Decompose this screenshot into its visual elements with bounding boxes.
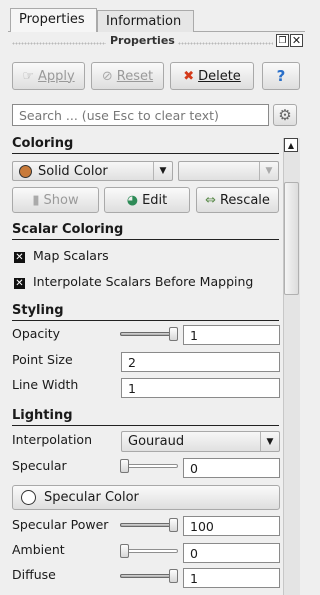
ambient-slider[interactable] [120, 544, 178, 558]
ambient-value: 0 [190, 545, 198, 561]
chevron-down-icon: ▼ [260, 432, 279, 451]
point-size-label: Point Size [12, 352, 73, 367]
interpolation-label: Interpolation [12, 432, 92, 447]
coloring-mode-combo[interactable]: Solid Color ▼ [12, 161, 173, 181]
close-icon[interactable]: ✕ [290, 34, 303, 47]
apply-icon: ☞ [22, 68, 34, 84]
apply-label: Apply [37, 68, 75, 84]
point-size-value: 2 [128, 354, 136, 370]
tab-information[interactable]: Information [97, 10, 194, 32]
opacity-slider[interactable] [120, 327, 178, 341]
specular-color-button[interactable]: Specular Color [12, 485, 280, 510]
show-color-legend-button[interactable]: ▮ Show [12, 187, 99, 213]
edit-color-icon: ◕ [126, 192, 139, 208]
slider-fill [120, 523, 174, 527]
help-icon: ? [276, 67, 286, 85]
delete-label: Delete [198, 68, 241, 84]
reset-icon: ⊘ [101, 68, 113, 84]
slider-fill [120, 332, 174, 336]
section-scalar-coloring: Scalar Coloring [12, 222, 279, 240]
rescale-button[interactable]: ⇔ Rescale [196, 187, 279, 213]
coloring-component-combo[interactable]: ▼ [178, 161, 279, 181]
ambient-label: Ambient [12, 542, 65, 557]
chevron-down-icon: ▼ [153, 162, 172, 180]
search-input[interactable]: Search ... (use Esc to clear text) [12, 104, 269, 126]
specular-label: Specular [12, 458, 67, 473]
line-width-input[interactable]: 1 [121, 378, 280, 398]
map-scalars-checkbox[interactable]: ✕ [14, 252, 25, 263]
line-width-value: 1 [128, 380, 136, 396]
specular-input[interactable]: 0 [183, 458, 280, 478]
coloring-mode-value: Solid Color [38, 163, 108, 179]
apply-button[interactable]: ☞ Apply [12, 62, 85, 90]
ambient-input[interactable]: 0 [183, 543, 280, 563]
show-label: Show [43, 192, 79, 208]
slider-knob[interactable] [120, 459, 129, 473]
interpolate-scalars-checkbox[interactable]: ✕ [14, 278, 25, 289]
section-coloring: Coloring [12, 136, 279, 154]
rescale-icon: ⇔ [205, 192, 216, 208]
title-grip-right [178, 40, 273, 46]
opacity-input[interactable]: 1 [183, 325, 280, 345]
specular-color-label: Specular Color [44, 490, 139, 505]
reset-label: Reset [116, 68, 154, 84]
scrollbar-thumb[interactable] [284, 182, 299, 295]
title-grip-left [12, 40, 106, 46]
slider-knob[interactable] [120, 544, 129, 558]
panel-title: Properties [110, 34, 175, 47]
float-icon[interactable]: ❐ [276, 34, 289, 47]
specular-power-label: Specular Power [12, 517, 109, 532]
specular-slider[interactable] [120, 459, 178, 473]
opacity-label: Opacity [12, 326, 61, 341]
chevron-down-icon: ▼ [259, 162, 278, 180]
interpolate-scalars-label: Interpolate Scalars Before Mapping [33, 274, 254, 289]
interpolation-value: Gouraud [128, 434, 185, 449]
specular-power-input[interactable]: 100 [183, 516, 280, 536]
color-legend-icon: ▮ [32, 192, 40, 208]
tab-properties-label: Properties [19, 12, 85, 27]
slider-fill [120, 574, 174, 578]
specular-power-value: 100 [190, 518, 214, 534]
opacity-value: 1 [190, 327, 198, 343]
help-button[interactable]: ? [262, 62, 300, 90]
solid-color-swatch-icon [19, 164, 32, 178]
specular-power-slider[interactable] [120, 518, 178, 532]
delete-icon: ✖ [183, 68, 195, 84]
interpolation-combo[interactable]: Gouraud ▼ [121, 431, 280, 452]
diffuse-input[interactable]: 1 [183, 568, 280, 588]
search-placeholder: Search ... (use Esc to clear text) [19, 107, 219, 123]
edit-button[interactable]: ◕ Edit [104, 187, 190, 213]
edit-label: Edit [142, 192, 168, 208]
slider-knob[interactable] [169, 327, 178, 341]
diffuse-slider[interactable] [120, 569, 178, 583]
map-scalars-label: Map Scalars [33, 248, 109, 263]
advanced-settings-button[interactable]: ⚙ [273, 104, 297, 126]
scroll-up-arrow-icon[interactable]: ▲ [284, 138, 298, 152]
gear-icon: ⚙ [278, 106, 292, 124]
rescale-label: Rescale [219, 192, 270, 208]
specular-value: 0 [190, 460, 198, 476]
diffuse-value: 1 [190, 570, 198, 586]
slider-knob[interactable] [169, 518, 178, 532]
section-lighting: Lighting [12, 408, 279, 426]
specular-color-swatch-icon [21, 490, 36, 505]
tab-properties[interactable]: Properties [10, 8, 97, 32]
diffuse-label: Diffuse [12, 567, 56, 582]
slider-knob[interactable] [169, 569, 178, 583]
tab-information-label: Information [106, 14, 182, 29]
section-styling: Styling [12, 303, 279, 321]
line-width-label: Line Width [12, 377, 79, 392]
reset-button[interactable]: ⊘ Reset [91, 62, 164, 90]
delete-button[interactable]: ✖ Delete [170, 62, 254, 90]
point-size-input[interactable]: 2 [121, 352, 280, 372]
